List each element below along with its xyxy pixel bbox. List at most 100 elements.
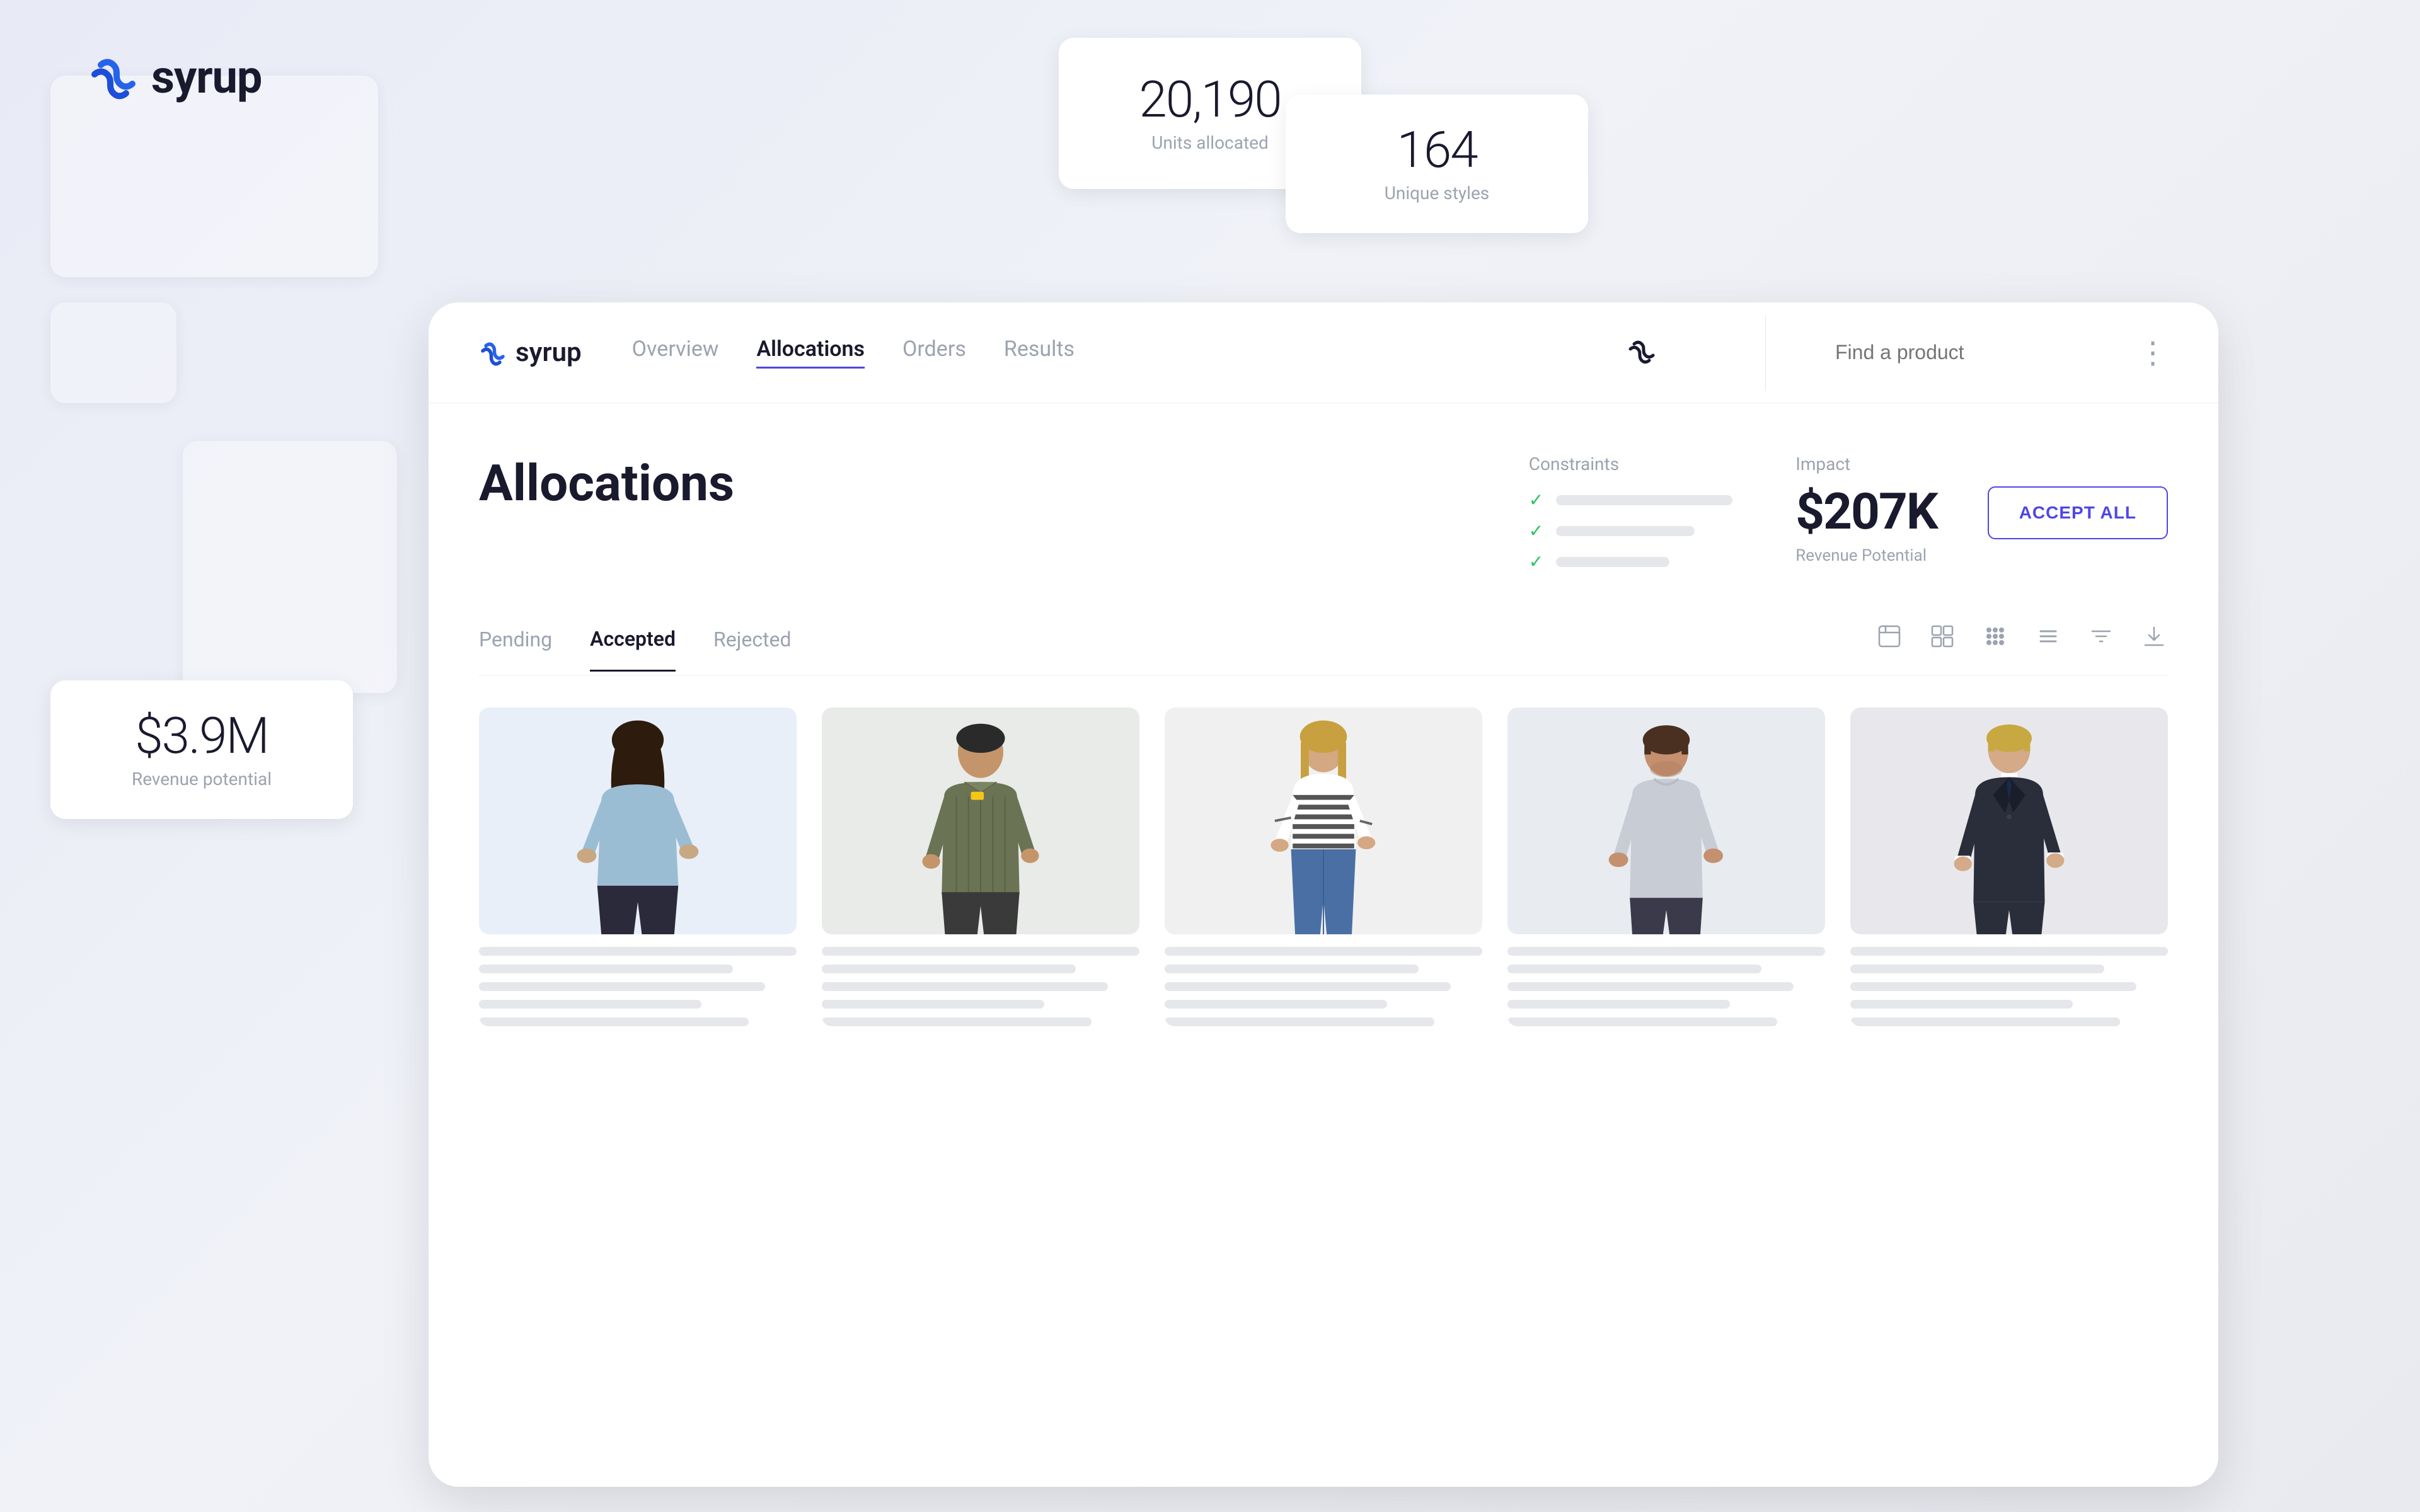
download-icon[interactable] — [2140, 622, 2168, 656]
allocations-title: Allocations — [479, 454, 1529, 513]
product-line — [479, 1000, 701, 1009]
tab-actions — [1876, 622, 2168, 675]
content-tabs: Pending Accepted Rejected — [479, 622, 2168, 676]
product-line — [822, 1017, 1092, 1026]
constraint-row-1: ✓ — [1529, 490, 1732, 510]
tab-accepted[interactable]: Accepted — [590, 627, 676, 672]
syrup-icon-large — [88, 52, 139, 103]
product-line — [1165, 1017, 1434, 1026]
header-divider — [1765, 315, 1766, 391]
constraint-check-1: ✓ — [1529, 490, 1543, 510]
search-input[interactable] — [1835, 341, 2087, 364]
product-lines-4 — [1507, 947, 1825, 1026]
product-line — [1850, 947, 2168, 956]
top-brand-name: syrup — [151, 50, 262, 104]
product-image-2 — [822, 707, 1139, 934]
product-line — [822, 1000, 1044, 1009]
product-card-4[interactable] — [1507, 707, 1825, 1026]
product-line — [1850, 1000, 2073, 1009]
product-image-3 — [1165, 707, 1482, 934]
filter-icon[interactable] — [2087, 622, 2115, 656]
app-window: syrup Overview Allocations Orders Result… — [429, 302, 2218, 1487]
product-grid — [479, 707, 2168, 1026]
styles-stat-card: 164 Unique styles — [1286, 94, 1588, 233]
tab-rejected[interactable]: Rejected — [713, 627, 792, 670]
product-card-1[interactable] — [479, 707, 797, 1026]
product-lines-2 — [822, 947, 1139, 1026]
product-line — [479, 965, 733, 973]
product-line — [1165, 1000, 1387, 1009]
allocations-title-wrapper: Allocations — [479, 454, 1529, 513]
bg-decoration-1 — [50, 76, 378, 277]
product-line — [479, 1017, 749, 1026]
tab-allocations[interactable]: Allocations — [756, 336, 865, 369]
product-image-5 — [1850, 707, 2168, 934]
accept-all-button[interactable]: ACCEPT ALL — [1988, 486, 2168, 539]
product-line — [1507, 1017, 1777, 1026]
product-lines-1 — [479, 947, 797, 1026]
nav-center-icon — [1625, 335, 1658, 370]
nav-tabs: Overview Allocations Orders Results — [632, 336, 1575, 369]
more-menu-button[interactable]: ⋮ — [2138, 335, 2168, 370]
product-line — [1165, 965, 1419, 973]
revenue-number: $3.9M — [135, 711, 268, 761]
revenue-stat-card: $3.9M Revenue potential — [50, 680, 353, 819]
styles-label: Unique styles — [1385, 183, 1490, 203]
allocations-header: Allocations Constraints ✓ ✓ ✓ — [479, 454, 2168, 572]
product-line — [1507, 965, 1761, 973]
tab-overview[interactable]: Overview — [632, 336, 719, 369]
constraint-row-3: ✓ — [1529, 551, 1732, 572]
impact-section: Impact $207K Revenue Potential — [1795, 454, 1937, 565]
product-lines-3 — [1165, 947, 1482, 1026]
app-syrup-icon — [479, 339, 507, 367]
product-line — [822, 982, 1108, 991]
top-brand-logo: syrup — [88, 50, 262, 104]
impact-label: Impact — [1795, 454, 1937, 474]
product-lines-5 — [1850, 947, 2168, 1026]
constraint-bar-2 — [1556, 526, 1695, 536]
tab-pending[interactable]: Pending — [479, 627, 552, 670]
app-content: Allocations Constraints ✓ ✓ ✓ — [429, 403, 2218, 1026]
constraint-bar-3 — [1556, 557, 1669, 567]
constraint-bar-1 — [1556, 495, 1732, 505]
product-image-1 — [479, 707, 797, 934]
product-line — [1850, 1017, 2120, 1026]
product-line — [479, 982, 765, 991]
product-line — [1850, 982, 2136, 991]
constraints-label: Constraints — [1529, 454, 1732, 474]
bg-decoration-3 — [183, 441, 397, 693]
product-line — [822, 965, 1076, 973]
view-list-icon[interactable] — [2034, 622, 2062, 656]
impact-value: $207K — [1795, 482, 1937, 541]
units-label: Units allocated — [1151, 132, 1269, 153]
product-line — [479, 947, 797, 956]
constraints-section: Constraints ✓ ✓ ✓ — [1529, 454, 1732, 572]
tab-results[interactable]: Results — [1004, 336, 1075, 369]
constraint-check-3: ✓ — [1529, 551, 1543, 572]
product-line — [1507, 1000, 1730, 1009]
product-card-3[interactable] — [1165, 707, 1482, 1026]
product-card-2[interactable] — [822, 707, 1139, 1026]
product-line — [1165, 947, 1482, 956]
product-line — [1507, 947, 1825, 956]
product-line — [822, 947, 1139, 956]
constraint-row-2: ✓ — [1529, 520, 1732, 541]
styles-number: 164 — [1397, 125, 1477, 175]
constraint-check-2: ✓ — [1529, 520, 1543, 541]
view-grid-small-icon[interactable] — [1928, 622, 1956, 656]
app-brand-name: syrup — [516, 337, 582, 368]
view-grid-large-icon[interactable] — [1981, 622, 2009, 656]
tab-orders[interactable]: Orders — [902, 336, 966, 369]
bg-decoration-2 — [50, 302, 176, 403]
product-line — [1165, 982, 1451, 991]
revenue-label: Revenue potential — [132, 769, 272, 789]
product-card-5[interactable] — [1850, 707, 2168, 1026]
view-package-icon[interactable] — [1876, 622, 1903, 656]
impact-sublabel: Revenue Potential — [1795, 546, 1937, 565]
units-number: 20,190 — [1139, 74, 1281, 125]
product-line — [1850, 965, 2104, 973]
app-header: syrup Overview Allocations Orders Result… — [429, 302, 2218, 403]
app-logo: syrup — [479, 337, 582, 368]
product-line — [1507, 982, 1794, 991]
product-image-4 — [1507, 707, 1825, 934]
